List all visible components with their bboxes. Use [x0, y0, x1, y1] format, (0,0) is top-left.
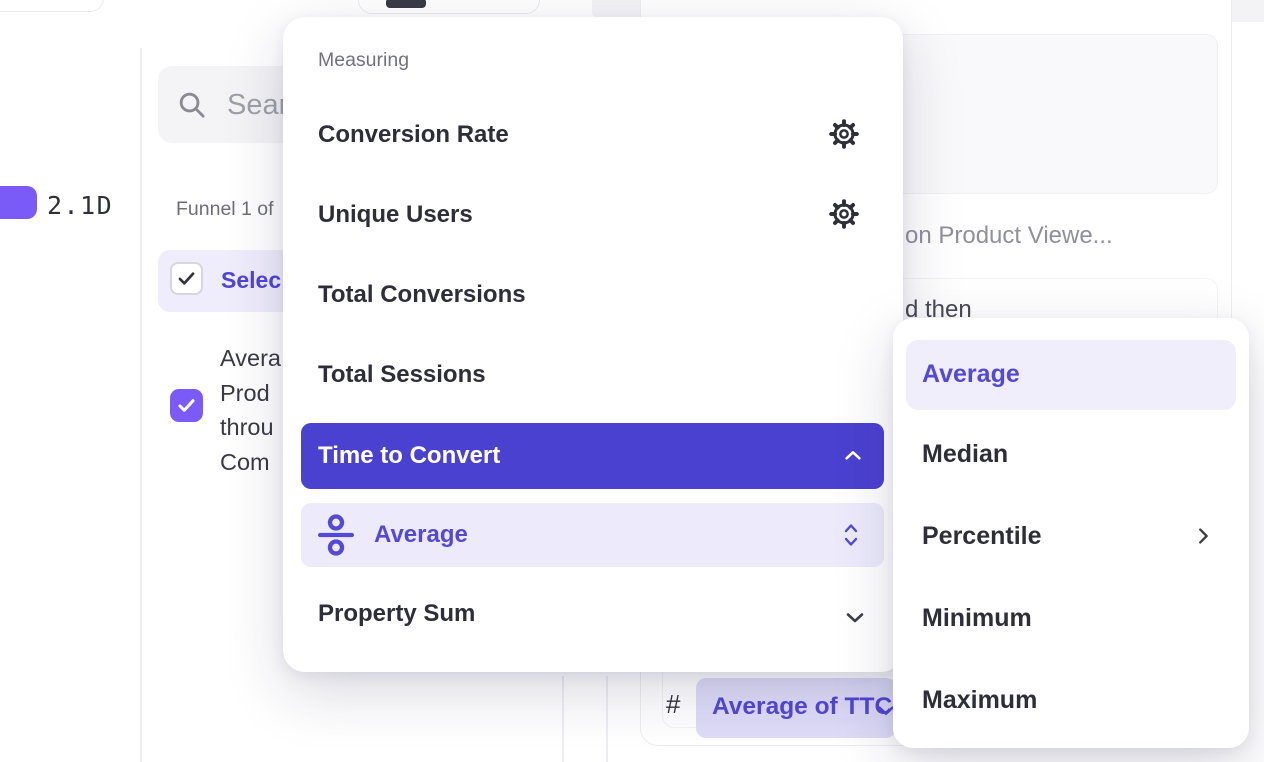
submenu-item-average-selected[interactable]: Average [906, 340, 1236, 410]
chevron-up-icon [842, 445, 864, 467]
aggregation-selector-label: Average [374, 521, 468, 549]
partial-card-top-left [0, 0, 104, 12]
chevron-down-icon[interactable] [843, 605, 867, 629]
menu-item-time-to-convert-selected[interactable]: Time to Convert [301, 423, 884, 489]
submenu-item-median[interactable]: Median [922, 440, 1008, 469]
checkmark-icon [176, 395, 197, 416]
chevron-up-down-icon [842, 522, 860, 548]
menu-section-header: Measuring [318, 49, 409, 72]
app-screen: Sear 2.1D Funnel 1 of Selec Avera Prod t… [0, 0, 1264, 762]
metric-description-text: Avera Prod throu Com [220, 341, 281, 479]
selected-event-label: Selec [221, 267, 281, 294]
average-division-icon [316, 513, 356, 557]
menu-item-total-conversions[interactable]: Total Conversions [318, 281, 526, 309]
aggregation-submenu: Average Median Percentile Minimum Maximu… [893, 318, 1249, 748]
event-name-text: on Product Viewe... [905, 222, 1113, 250]
gear-icon[interactable] [829, 119, 859, 149]
description-line: Avera [220, 341, 281, 376]
search-placeholder: Sear [227, 89, 288, 122]
panel-divider-line [140, 48, 142, 762]
metric-checkbox-checked[interactable] [170, 389, 203, 422]
metric-type-prefix: # [666, 689, 680, 720]
menu-item-property-sum[interactable]: Property Sum [318, 600, 475, 628]
submenu-item-minimum[interactable]: Minimum [922, 604, 1032, 633]
search-icon [176, 89, 207, 120]
menu-item-conversion-rate[interactable]: Conversion Rate [318, 121, 509, 149]
column-divider-line [606, 676, 608, 762]
measuring-dropdown-menu: Measuring Conversion Rate Unique Users [283, 17, 903, 672]
menu-item-unique-users[interactable]: Unique Users [318, 201, 473, 229]
metric-selector-pill[interactable]: Average of TTC [696, 678, 896, 738]
checkmark-icon [176, 268, 197, 289]
submenu-item-percentile[interactable]: Percentile [922, 522, 1042, 551]
funnel-count-label: Funnel 1 of [176, 198, 274, 221]
description-line: Com [220, 445, 281, 480]
description-line: Prod [220, 376, 281, 411]
gear-icon[interactable] [829, 199, 859, 229]
funnel-step-color-bar[interactable] [0, 186, 37, 219]
menu-item-total-sessions[interactable]: Total Sessions [318, 361, 486, 389]
funnel-step-badge: 2.1D [47, 191, 113, 220]
chevron-right-icon [1192, 525, 1214, 547]
menu-item-label: Time to Convert [318, 442, 500, 470]
submenu-item-label: Average [922, 360, 1020, 389]
column-divider-line [562, 676, 564, 762]
metric-selector-label: Average of TTC [712, 693, 892, 721]
event-checkbox-checked[interactable] [170, 262, 203, 295]
submenu-item-maximum[interactable]: Maximum [922, 686, 1037, 715]
time-to-convert-aggregation-row[interactable]: Average [301, 503, 884, 567]
description-line: throu [220, 410, 281, 445]
toggle-knob [386, 0, 426, 8]
